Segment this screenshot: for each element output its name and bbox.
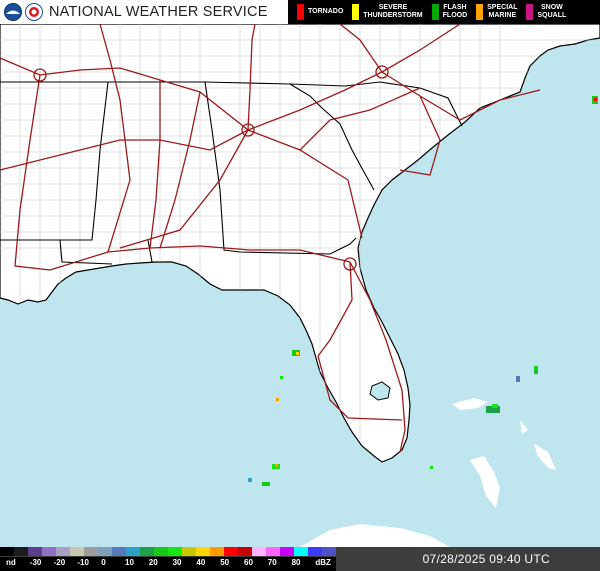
color-bar-segment [196, 547, 210, 556]
reflectivity-scale-labels: nd -30 -20 -10 0 10 20 30 40 50 60 70 80 dBZ [0, 557, 336, 571]
color-bar-segment [294, 547, 308, 556]
color-bar-segment [308, 547, 322, 556]
scale-label: -10 [77, 558, 89, 567]
color-bar-segment [70, 547, 84, 556]
color-bar-segment [28, 547, 42, 556]
scale-label: 70 [267, 558, 277, 567]
reflectivity-color-bar [0, 547, 336, 556]
color-bar-segment [280, 547, 294, 556]
scale-label: dBZ [315, 558, 331, 567]
color-bar-segment [182, 547, 196, 556]
color-bar-segment [154, 547, 168, 556]
legend-swatch [476, 4, 484, 20]
color-bar-segment [224, 547, 238, 556]
footer-bar: nd -30 -20 -10 0 10 20 30 40 50 60 70 80 dBZ 07/28/20… [0, 547, 600, 571]
legend-label: SNOW SQUALL [537, 4, 567, 19]
nws-logo-icon [25, 3, 43, 21]
radar-map[interactable] [0, 0, 600, 547]
scale-label: -30 [29, 558, 42, 567]
color-bar-segment [84, 547, 98, 556]
cuba-coast [300, 524, 450, 547]
warnings-legend: TORNADO SEVERE THUNDERSTORM FLASH FLOOD SPE… [288, 0, 600, 24]
scale-label: 10 [125, 558, 134, 567]
legend-item: SPECIAL MARINE [467, 0, 517, 24]
color-bar-segment [112, 547, 126, 556]
color-bar-segment [140, 547, 154, 556]
scale-label: nd [6, 558, 16, 567]
scale-label: 60 [244, 558, 253, 567]
agency-title: NATIONAL WEATHER SERVICE [49, 4, 268, 20]
color-bar-segment [210, 547, 224, 556]
color-bar-segment [98, 547, 112, 556]
scale-label: 50 [220, 558, 230, 567]
legend-swatch [431, 4, 439, 20]
color-bar-segment [14, 547, 28, 556]
color-bar-segment [56, 547, 70, 556]
color-bar-segment [0, 547, 14, 556]
color-bar-segment [168, 547, 182, 556]
scale-label: 20 [148, 558, 158, 567]
color-bar-segment [252, 547, 266, 556]
legend-swatch [297, 4, 304, 20]
scale-label: 0 [101, 558, 106, 567]
header-bar: NATIONAL WEATHER SERVICE TORNADO SEVERE T… [0, 0, 600, 24]
timestamp: 07/28/2025 09:40 UTC [422, 552, 550, 566]
noaa-logo-icon [4, 3, 22, 21]
color-bar-segment [266, 547, 280, 556]
color-bar-segment [42, 547, 56, 556]
legend-item: FLASH FLOOD [423, 0, 468, 24]
legend-item: TORNADO [288, 0, 343, 24]
legend-item: SNOW SQUALL [517, 0, 566, 24]
color-bar-segment [322, 547, 336, 556]
bahamas-island [452, 398, 488, 410]
legend-label: FLASH FLOOD [442, 4, 468, 19]
legend-label: TORNADO [308, 8, 344, 15]
bahamas-island [534, 444, 556, 470]
color-bar-segment [238, 547, 252, 556]
color-bar-segment [126, 547, 140, 556]
legend-label: SPECIAL MARINE [487, 4, 518, 19]
legend-item: SEVERE THUNDERSTORM [343, 0, 423, 24]
legend-label: SEVERE THUNDERSTORM [363, 4, 423, 19]
scale-label: 40 [196, 558, 206, 567]
legend-swatch [526, 4, 534, 20]
bahamas-island [520, 420, 528, 434]
scale-label: 30 [172, 558, 182, 567]
bahamas-island [470, 456, 500, 508]
scale-label: 80 [291, 558, 301, 567]
legend-swatch [352, 4, 360, 20]
scale-label: -20 [53, 558, 66, 567]
basemap [0, 23, 600, 547]
nws-banner: NATIONAL WEATHER SERVICE [0, 0, 288, 24]
